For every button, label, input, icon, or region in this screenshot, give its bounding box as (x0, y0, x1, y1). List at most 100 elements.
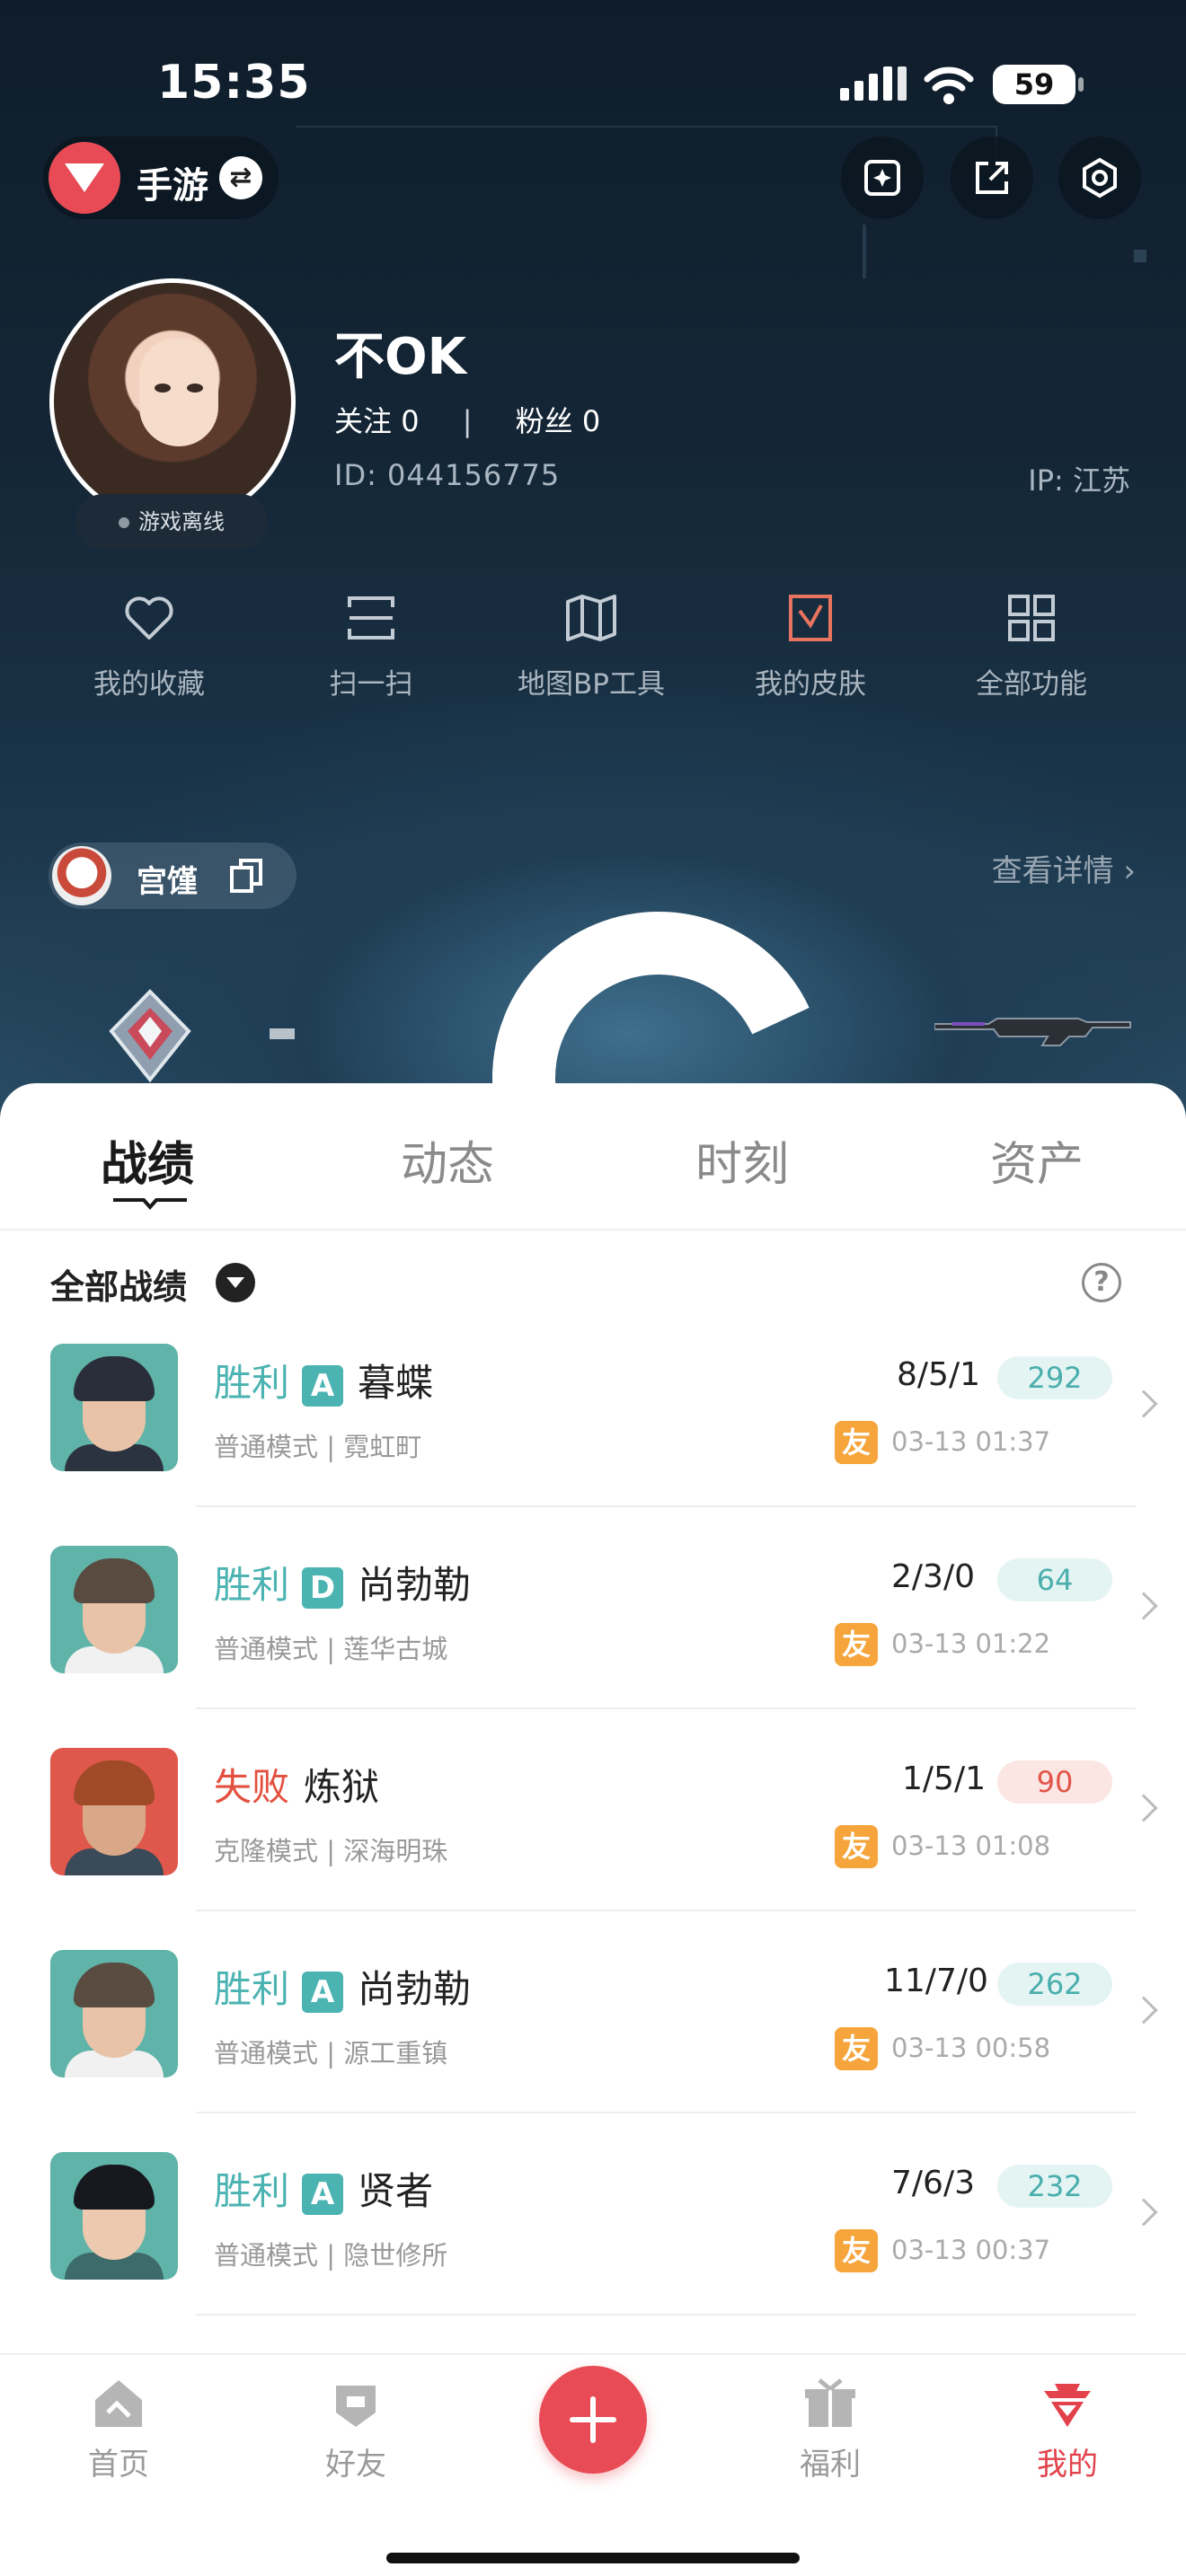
friend-badge: 友 (835, 2229, 878, 2272)
scan-icon (348, 596, 394, 640)
copy-icon[interactable] (228, 857, 266, 895)
follow-label: 关注 (334, 404, 393, 438)
friends-icon (336, 2386, 376, 2427)
nav-welfare[interactable]: 福利 (767, 2377, 893, 2483)
map-icon (566, 595, 616, 641)
battery-indicator: 59 (993, 65, 1084, 104)
match-kda: 1/5/1 (902, 1760, 986, 1797)
match-kda: 11/7/0 (884, 1963, 988, 1999)
chevron-down-icon[interactable] (216, 1263, 255, 1302)
match-row[interactable]: 胜利 A 暮蝶 普通模式 | 霓虹町 8/5/1 292 友 03-13 01:37 (0, 1344, 1186, 1546)
map-bp-tool-button[interactable]: 地图BP工具 (501, 593, 681, 701)
home-indicator (386, 2553, 800, 2563)
agent-name: 尚勃勒 (358, 1967, 472, 2011)
match-score-badge: 262 (997, 1963, 1112, 2006)
row-divider (196, 2314, 1136, 2316)
favorites-button[interactable]: 我的收藏 (59, 593, 239, 701)
match-time: 03-13 01:37 (891, 1426, 1051, 1457)
agent-name: 炼狱 (304, 1765, 380, 1809)
game-switch-button[interactable]: 手游 ⇄ (43, 137, 279, 219)
settings-button[interactable] (1058, 137, 1141, 219)
friend-badge: 友 (835, 2027, 878, 2070)
match-row[interactable]: 胜利 A 尚勃勒 普通模式 | 源工重镇 11/7/0 262 友 03-13 00… (0, 1950, 1186, 2152)
match-result: 胜利 (214, 1967, 290, 2011)
chevron-right-icon (1129, 1794, 1158, 1822)
status-time: 15:35 (157, 56, 311, 110)
nav-home-label: 首页 (88, 2447, 149, 2483)
friend-badge: 友 (835, 1825, 878, 1868)
view-details-label: 查看详情 (991, 853, 1114, 889)
help-icon[interactable]: ? (1082, 1263, 1121, 1302)
avatar-eye (155, 384, 171, 393)
agent-hair (74, 1963, 155, 2007)
match-result-line: 失败 炼狱 (214, 1757, 379, 1812)
fans-link[interactable]: 粉丝 0 (516, 404, 601, 438)
agent-hair (74, 2165, 155, 2210)
heart-icon (125, 596, 173, 640)
match-result-line: 胜利 A 贤者 (214, 2161, 433, 2216)
match-grade-badge: A (302, 1971, 344, 2013)
tab-moments[interactable]: 时刻 (695, 1126, 789, 1194)
decorative-frame (863, 225, 866, 278)
match-result: 胜利 (214, 1361, 290, 1405)
rank-badge-icon (109, 989, 191, 1083)
app-logo-icon (49, 142, 120, 214)
agent-name: 贤者 (358, 2169, 434, 2213)
profile-icon (1044, 2384, 1091, 2427)
scan-button[interactable]: 扫一扫 (281, 593, 461, 701)
tab-dynamics[interactable]: 动态 (401, 1126, 494, 1194)
match-result: 失败 (214, 1765, 290, 1809)
follow-stats: 关注 0 | 粉丝 0 (334, 399, 600, 440)
nav-home[interactable]: 首页 (56, 2377, 181, 2483)
agent-avatar (50, 1748, 178, 1875)
chevron-right-icon (1129, 1996, 1158, 2025)
wifi-icon (924, 66, 974, 104)
view-details-link[interactable]: 查看详情 › (992, 846, 1136, 890)
game-switch-label: 手游 (137, 165, 208, 207)
team-name: 宫馑 (137, 864, 198, 900)
fans-label: 粉丝 (515, 404, 573, 438)
ai-card-button[interactable] (841, 137, 924, 219)
ip-location: IP: 江苏 (1028, 463, 1130, 498)
cellular-signal-icon (840, 66, 912, 101)
agent-hair (74, 1760, 155, 1805)
match-result-line: 胜利 A 尚勃勒 (214, 1959, 471, 2014)
skin-icon (789, 595, 832, 641)
sparkle-card-icon (864, 160, 900, 196)
user-id: ID: 044156775 (334, 458, 561, 492)
match-result: 胜利 (214, 2169, 290, 2213)
user-avatar[interactable] (49, 278, 296, 525)
chevron-right-icon (1129, 1389, 1158, 1418)
all-functions-button[interactable]: 全部功能 (942, 593, 1121, 701)
match-grade-badge: A (302, 1364, 344, 1407)
row-divider (196, 2112, 1136, 2113)
match-mode-map: 普通模式 | 莲华古城 (214, 1634, 448, 1664)
match-score-badge: 90 (997, 1760, 1112, 1804)
match-row[interactable]: 失败 炼狱 克隆模式 | 深海明珠 1/5/1 90 友 03-13 01:08 (0, 1748, 1186, 1950)
avatar-eye (187, 384, 203, 393)
row-divider (196, 1707, 1136, 1709)
tab-match-records[interactable]: 战绩 (101, 1126, 194, 1194)
bottom-nav: 首页 好友 福利 我的 (0, 2353, 1186, 2576)
share-button[interactable] (951, 137, 1033, 219)
nav-friends[interactable]: 好友 (293, 2377, 419, 2483)
chevron-right-icon: › (1123, 853, 1136, 889)
online-status-badge: 游戏离线 (75, 494, 268, 550)
match-row[interactable]: 胜利 A 贤者 普通模式 | 隐世修所 7/6/3 232 友 03-13 00:3… (0, 2152, 1186, 2354)
tab-assets[interactable]: 资产 (990, 1126, 1084, 1194)
team-chip[interactable]: 宫馑 (49, 842, 296, 909)
username: 不OK (334, 328, 466, 386)
records-filter-label[interactable]: 全部战绩 (50, 1259, 187, 1309)
my-skins-button[interactable]: 我的皮肤 (721, 593, 900, 701)
match-grade-badge: D (302, 1566, 344, 1609)
match-row[interactable]: 胜利 D 尚勃勒 普通模式 | 莲华古城 2/3/0 64 友 03-13 01:2… (0, 1546, 1186, 1748)
agent-hair (74, 1558, 155, 1603)
chevron-right-icon (1129, 1592, 1158, 1620)
follow-link[interactable]: 关注 0 (334, 404, 420, 438)
create-post-button[interactable] (539, 2366, 647, 2474)
my-skins-label: 我的皮肤 (755, 668, 866, 701)
weapon-skin-icon (934, 1018, 1131, 1046)
nav-profile[interactable]: 我的 (1005, 2377, 1130, 2483)
scan-label: 扫一扫 (329, 668, 413, 701)
chevron-right-icon (1129, 2198, 1158, 2227)
